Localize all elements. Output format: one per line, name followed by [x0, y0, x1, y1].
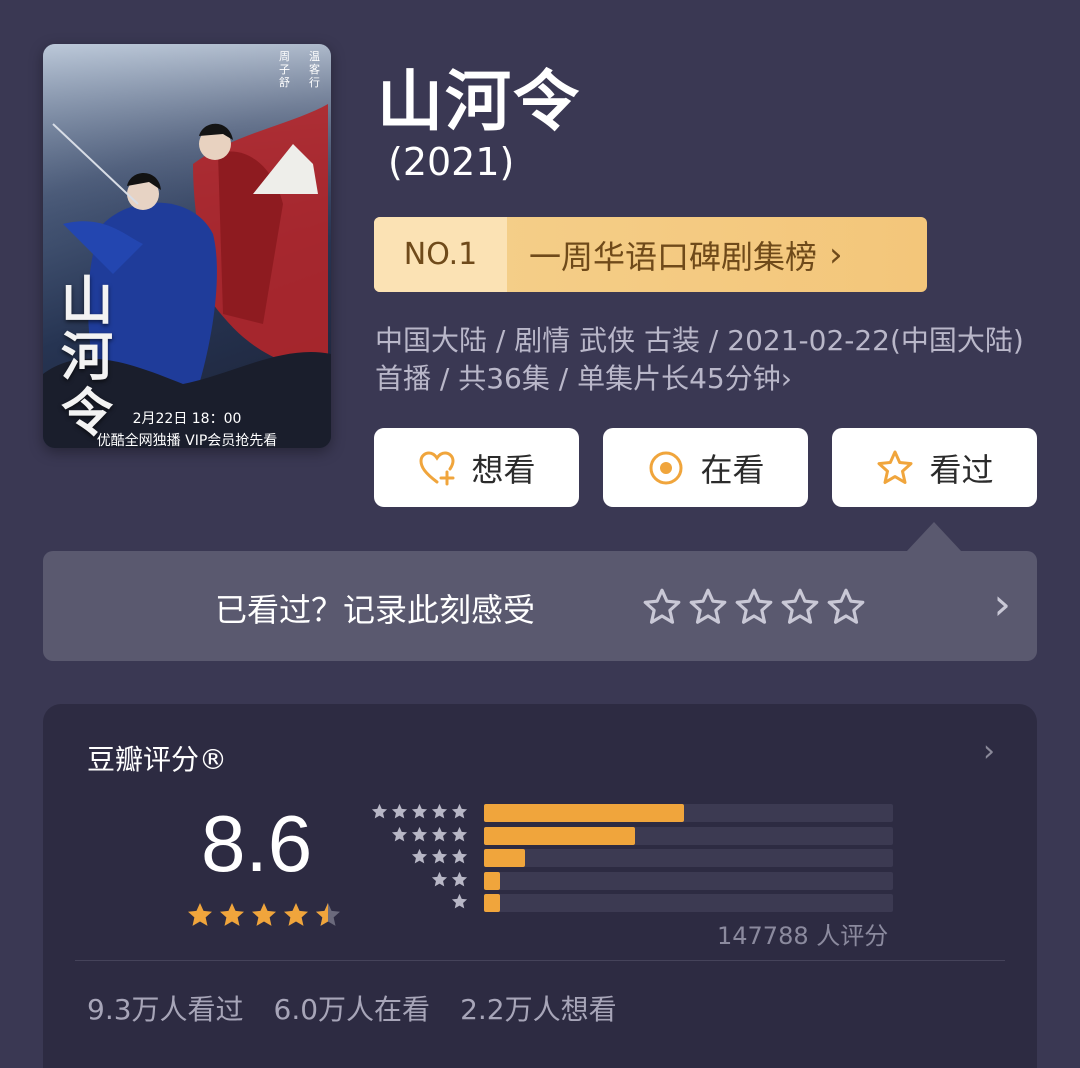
watch-stats: 9.3万人看过 6.0万人在看 2.2万人想看 [87, 988, 617, 1028]
star-icon [411, 803, 428, 819]
show-info-text: 中国大陆 / 剧情 武侠 古装 / 2021-02-22(中国大陆) 首播 / … [375, 324, 1024, 395]
row-stars [410, 847, 469, 866]
bar-track [484, 804, 893, 822]
distribution-row [369, 825, 893, 845]
star-icon [451, 848, 468, 864]
heart-plus-icon [419, 450, 455, 485]
bar-track [484, 826, 893, 845]
score-stars [185, 900, 343, 930]
bar-fill [484, 826, 636, 845]
distribution-row [369, 802, 893, 822]
bar-fill [484, 871, 501, 890]
bar-track [484, 894, 893, 912]
chevron-right-icon: › [780, 362, 792, 395]
star-icon [411, 826, 428, 841]
star-icon [451, 826, 468, 841]
star-outline-icon [877, 450, 913, 484]
poster-date: 2月22日 18：00 [132, 411, 242, 427]
record-feeling-bar[interactable]: 已看过？记录此刻感受 › [43, 551, 1037, 661]
rating-stars-input[interactable] [641, 586, 867, 628]
bar-track [484, 849, 893, 867]
row-stars [390, 825, 469, 844]
watching-count: 6.0万人在看 [273, 993, 431, 1026]
poster-image[interactable]: 周子舒 温客行 山河令 2月22日 18：00 优酷全网独播 VIP会员抢先看 [43, 44, 331, 448]
want-label: 想看 [471, 450, 536, 489]
star-icon [451, 893, 468, 909]
target-circle-icon [649, 451, 683, 484]
ranking-badge[interactable]: NO.1 一周华语口碑剧集榜 › [374, 217, 927, 292]
rating-title: 豆瓣评分® [87, 743, 228, 776]
page-title: 山河令 [377, 63, 581, 140]
row-stars [370, 802, 469, 821]
star-outline-icon[interactable] [733, 586, 775, 628]
ranking-list: 一周华语口碑剧集榜 › [507, 217, 927, 292]
star-icon [220, 903, 244, 926]
show-info[interactable]: 中国大陆 / 剧情 武侠 古装 / 2021-02-22(中国大陆) 首播 / … [375, 322, 1045, 398]
rater-count: 147788 人评分 [717, 922, 889, 950]
rank-number: NO.1 [374, 217, 507, 292]
star-icon [411, 848, 428, 864]
star-icon [431, 848, 448, 864]
poster-note: 优酷全网独播 VIP会员抢先看 [96, 433, 278, 448]
star-outline-icon[interactable] [779, 586, 821, 628]
release-year: (2021) [388, 140, 515, 184]
want-button[interactable]: 想看 [374, 428, 579, 507]
watched-label: 看过 [929, 450, 994, 489]
star-icon [391, 826, 408, 841]
star-icon [431, 871, 448, 886]
star-icon [188, 903, 212, 926]
want-count: 2.2万人想看 [460, 993, 617, 1026]
rating-score: 8.6 [201, 799, 313, 888]
star-icon [431, 826, 448, 841]
star-outline-icon[interactable] [641, 586, 683, 628]
douban-rating-card: 豆瓣评分® › 8.6 147788 人评分 9.3万人看过 6.0万人在看 2… [43, 704, 1037, 1068]
chevron-right-icon: › [993, 579, 1011, 630]
watching-label: 在看 [700, 450, 765, 489]
star-icon [371, 803, 388, 819]
star-icon [451, 803, 468, 819]
tooltip-arrow [906, 522, 962, 552]
chevron-right-icon: › [829, 234, 843, 275]
row-stars [450, 892, 469, 911]
watched-button[interactable]: 看过 [832, 428, 1037, 507]
star-icon [451, 871, 468, 886]
bar-fill [484, 804, 685, 822]
distribution-row [369, 870, 893, 890]
record-prompt: 已看过？记录此刻感受 [215, 591, 536, 629]
row-stars [430, 870, 469, 889]
watching-button[interactable]: 在看 [603, 428, 808, 507]
star-icon [391, 803, 408, 819]
watched-count: 9.3万人看过 [87, 993, 244, 1026]
bar-fill [484, 894, 501, 912]
star-outline-icon[interactable] [687, 586, 729, 628]
ranking-list-name: 一周华语口碑剧集榜 [529, 237, 818, 276]
star-icon [252, 903, 276, 926]
star-outline-icon[interactable] [825, 586, 867, 628]
poster-actor-left: 周子舒 [279, 50, 290, 89]
distribution-row [369, 847, 893, 867]
bar-track [484, 871, 893, 890]
star-icon [431, 803, 448, 819]
chevron-right-icon[interactable]: › [983, 734, 995, 769]
bar-fill [484, 849, 525, 867]
distribution-row [369, 892, 893, 912]
star-icon [284, 903, 308, 926]
divider [75, 960, 1005, 961]
star-half-icon [316, 903, 340, 926]
poster-actor-right: 温客行 [309, 50, 320, 89]
